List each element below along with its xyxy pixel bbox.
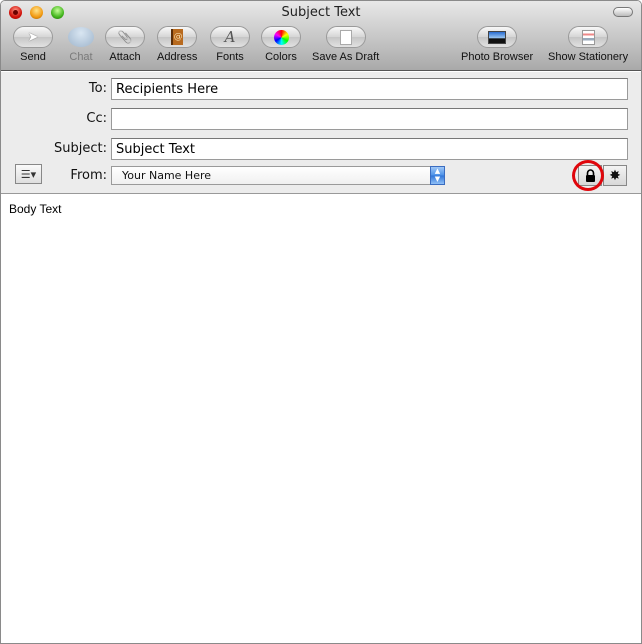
photo-icon (488, 30, 507, 44)
address-label: Address (157, 51, 198, 63)
send-label: Send (20, 51, 46, 63)
font-icon: A (224, 28, 236, 46)
chat-bubble-icon (68, 27, 94, 47)
body-text: Body Text (9, 202, 62, 216)
subject-field[interactable] (111, 138, 628, 160)
address-book-icon: @ (171, 29, 184, 45)
title-toolbar: Subject Text ➤ Send Chat 📎 Attach @ Addr… (1, 1, 641, 71)
colors-button[interactable]: Colors (261, 26, 301, 63)
photo-browser-label: Photo Browser (461, 51, 534, 63)
from-select[interactable]: Your Name Here ▲ ▼ (111, 166, 445, 185)
lock-icon (585, 169, 595, 182)
to-row: To: (1, 78, 641, 100)
paper-plane-icon: ➤ (27, 29, 39, 45)
colors-label: Colors (265, 51, 297, 63)
photo-browser-button[interactable]: Photo Browser (461, 26, 533, 63)
to-field[interactable] (111, 78, 628, 100)
from-value: Your Name Here (122, 169, 212, 182)
subject-row: Subject: (1, 138, 641, 160)
cc-field[interactable] (111, 108, 628, 130)
show-stationery-button[interactable]: Show Stationery (548, 26, 628, 63)
encrypt-button[interactable] (578, 165, 602, 186)
save-as-draft-button[interactable]: Save As Draft (312, 26, 379, 63)
mail-compose-window: Subject Text ➤ Send Chat 📎 Attach @ Addr… (0, 0, 642, 644)
stationery-icon (581, 29, 595, 45)
fonts-label: Fonts (216, 51, 244, 63)
draft-page-icon (339, 29, 352, 45)
cc-label: Cc: (86, 111, 107, 126)
to-label: To: (88, 81, 107, 96)
chat-label: Chat (69, 51, 93, 63)
color-wheel-icon (273, 29, 289, 45)
sign-button[interactable]: ✸ (603, 165, 627, 186)
cc-row: Cc: (1, 108, 641, 130)
select-arrows-icon: ▲ ▼ (430, 166, 445, 185)
attach-label: Attach (109, 51, 141, 63)
chat-button[interactable]: Chat (61, 26, 101, 63)
window-title: Subject Text (281, 5, 361, 20)
toolbar-toggle-button[interactable] (613, 7, 633, 17)
save-as-draft-label: Save As Draft (312, 51, 380, 63)
message-body[interactable]: Body Text (1, 195, 641, 643)
subject-label: Subject: (54, 141, 107, 156)
from-label: From: (70, 168, 107, 183)
address-button[interactable]: @ Address (157, 26, 197, 63)
paperclip-icon: 📎 (117, 30, 133, 44)
fonts-button[interactable]: A Fonts (210, 26, 250, 63)
signature-badge-icon: ✸ (609, 167, 621, 184)
send-button[interactable]: ➤ Send (13, 26, 53, 63)
message-header: To: Cc: Subject: ☰▾ From: Your Name Here… (1, 72, 641, 194)
show-stationery-label: Show Stationery (548, 51, 629, 63)
attach-button[interactable]: 📎 Attach (105, 26, 145, 63)
